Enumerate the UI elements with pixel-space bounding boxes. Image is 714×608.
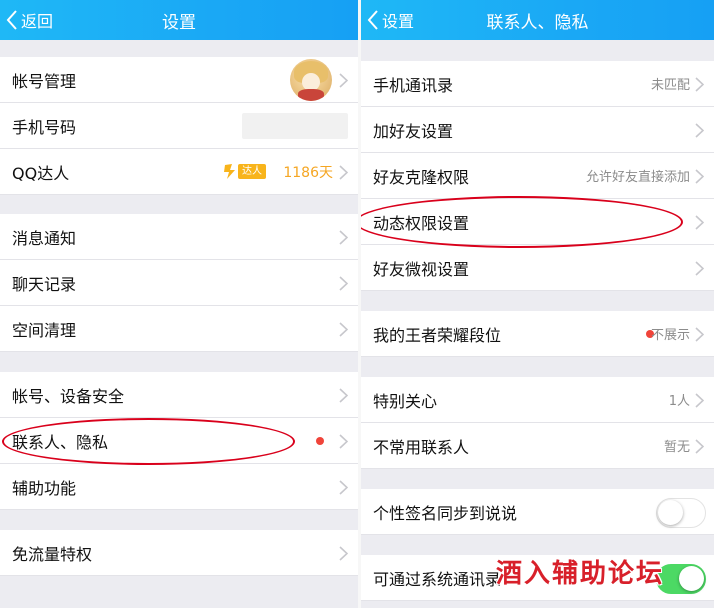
chevron-right-icon [695,215,704,230]
chevron-right-icon [695,169,704,184]
row-label: 不常用联系人 [373,437,470,457]
row-weishi-settings[interactable]: 好友微视设置 [361,245,714,291]
row-value: 允许好友直接添加 [585,170,690,185]
row-label: 手机号码 [12,117,77,137]
chevron-right-icon [339,73,348,88]
avatar [290,59,332,101]
contacts-privacy-navbar: 设置 联系人、隐私 [361,0,714,40]
row-label: 辅助功能 [12,478,77,498]
row-label: QQ达人 [12,163,70,183]
row-add-friend-settings[interactable]: 加好友设置 [361,107,714,153]
row-label: 可通过系统通讯录 [373,569,502,589]
settings-navbar: 返回 设置 [0,0,358,40]
phone-number-blurred [242,113,348,139]
chevron-right-icon [695,261,704,276]
row-account-management[interactable]: 帐号管理 [0,57,358,103]
row-value: 1人 [668,394,690,409]
row-label: 免流量特权 [12,544,93,564]
settings-panel: 返回 设置 帐号管理 手机号码 QQ达人 达人 1186天 消息通知 聊天记录 … [0,0,358,608]
contacts-privacy-panel: 设置 联系人、隐私 手机通讯录 未匹配 加好友设置 好友克隆权限 允许好友直接添… [361,0,714,608]
row-label: 个性签名同步到说说 [373,503,518,523]
chevron-right-icon [339,276,348,291]
row-free-traffic[interactable]: 免流量特权 [0,530,358,576]
page-title: 设置 [162,13,196,33]
row-label: 消息通知 [12,228,77,248]
row-label: 我的王者荣耀段位 [373,325,502,345]
row-honor-of-kings-rank[interactable]: 我的王者荣耀段位 不展示 [361,311,714,357]
chevron-right-icon [339,546,348,561]
chevron-right-icon [695,327,704,342]
watermark-text: 酒入辅助论坛 [496,559,665,589]
row-account-security[interactable]: 帐号、设备安全 [0,372,358,418]
row-notifications[interactable]: 消息通知 [0,214,358,260]
row-qq-daren[interactable]: QQ达人 达人 1186天 [0,149,358,195]
daren-badge: 达人 [223,163,266,180]
signature-sync-toggle[interactable] [656,498,706,528]
row-feed-permissions[interactable]: 动态权限设置 [361,199,714,245]
chevron-right-icon [339,388,348,403]
row-label: 好友克隆权限 [373,167,470,187]
row-label: 帐号、设备安全 [12,386,125,406]
row-label: 特别关心 [373,391,438,411]
chevron-right-icon [339,480,348,495]
row-friend-clone[interactable]: 好友克隆权限 允许好友直接添加 [361,153,714,199]
row-label: 联系人、隐私 [12,432,109,452]
row-label: 帐号管理 [12,71,77,91]
lightning-icon [224,164,235,179]
row-value: 不展示 [650,328,690,343]
chevron-right-icon [339,165,348,180]
row-space-cleanup[interactable]: 空间清理 [0,306,358,352]
row-signature-sync[interactable]: 个性签名同步到说说 [361,489,714,535]
row-label: 加好友设置 [373,121,454,141]
chevron-right-icon [695,123,704,138]
toggle-knob [658,500,683,525]
chevron-right-icon [695,439,704,454]
row-label: 空间清理 [12,320,77,340]
page-title: 联系人、隐私 [486,13,589,33]
daren-days: 1186天 [283,164,333,181]
toggle-knob [679,566,704,591]
row-rare-contacts[interactable]: 不常用联系人 暂无 [361,423,714,469]
row-value: 未匹配 [650,78,690,93]
row-phone-number[interactable]: 手机号码 [0,103,358,149]
daren-badge-label: 达人 [238,164,266,179]
row-special-care[interactable]: 特别关心 1人 [361,377,714,423]
row-accessibility[interactable]: 辅助功能 [0,464,358,510]
row-label: 手机通讯录 [373,75,454,95]
chevron-right-icon [339,322,348,337]
row-label: 好友微视设置 [373,259,470,279]
chevron-right-icon [339,434,348,449]
row-label: 聊天记录 [12,274,77,294]
chevron-right-icon [339,230,348,245]
chevron-right-icon [695,393,704,408]
row-value: 暂无 [663,440,690,455]
row-contacts-privacy[interactable]: 联系人、隐私 [0,418,358,464]
row-label: 动态权限设置 [373,213,470,233]
chevron-right-icon [695,77,704,92]
row-phone-contacts[interactable]: 手机通讯录 未匹配 [361,61,714,107]
row-chat-history[interactable]: 聊天记录 [0,260,358,306]
red-dot-indicator [316,437,324,445]
